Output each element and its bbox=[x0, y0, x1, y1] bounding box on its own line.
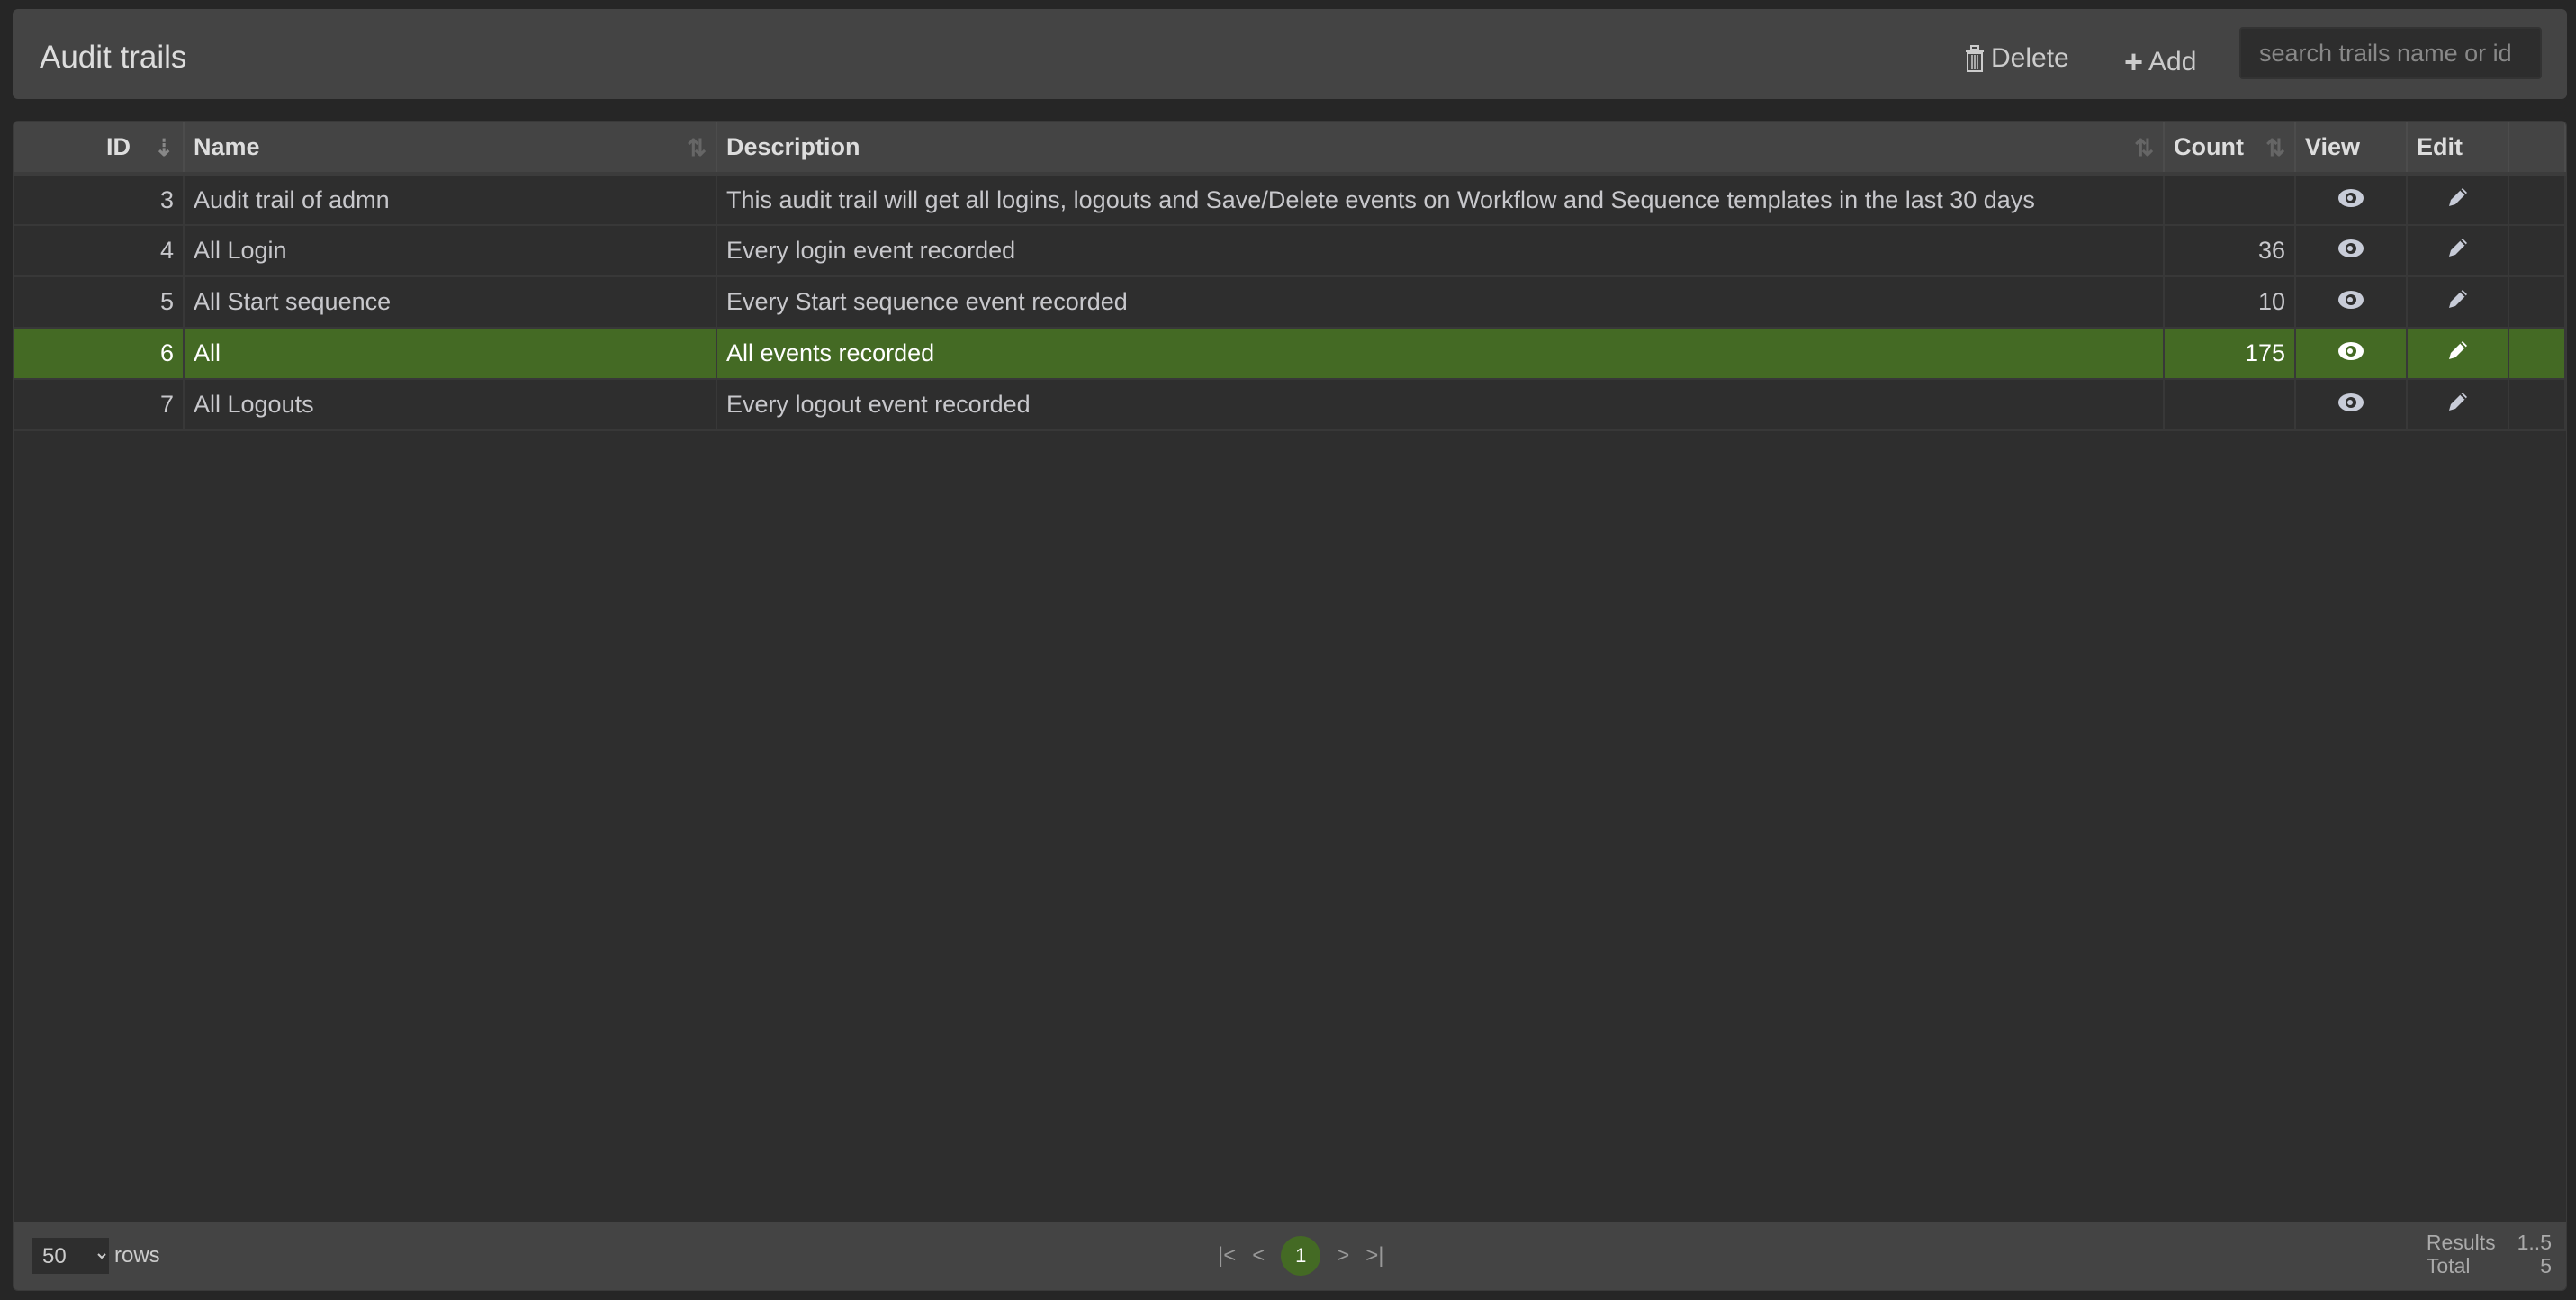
pencil-icon bbox=[2445, 187, 2471, 215]
row-blank bbox=[2508, 276, 2566, 329]
next-page-button[interactable]: > bbox=[1337, 1243, 1349, 1268]
column-header-view: View bbox=[2295, 122, 2408, 176]
row-blank bbox=[2508, 328, 2566, 380]
delete-button[interactable]: Delete bbox=[1964, 43, 2069, 74]
eye-icon bbox=[2337, 237, 2364, 264]
name-header-label: Name bbox=[194, 132, 260, 160]
sort-desc-icon: ⇣ bbox=[154, 134, 174, 161]
row-blank bbox=[2508, 379, 2566, 431]
edit-button[interactable] bbox=[2407, 174, 2509, 226]
row-description: Every login event recorded bbox=[716, 225, 2165, 277]
edit-button[interactable] bbox=[2407, 328, 2509, 380]
row-description: Every logout event recorded bbox=[716, 379, 2165, 431]
table-footer: 50 rows |< < 1 > >| Results 1..5 Total 5 bbox=[14, 1222, 2566, 1290]
page-1-button[interactable]: 1 bbox=[1281, 1236, 1321, 1276]
table-row[interactable]: 4 All Login Every login event recorded 3… bbox=[14, 225, 2566, 277]
row-description: Every Start sequence event recorded bbox=[716, 276, 2165, 329]
pagination: |< < 1 > >| bbox=[1218, 1236, 1384, 1276]
view-button[interactable] bbox=[2295, 225, 2408, 277]
row-name: All Start sequence bbox=[184, 276, 717, 329]
row-id: 3 bbox=[14, 174, 185, 226]
column-header-description[interactable]: Description ⇅ bbox=[716, 122, 2165, 176]
eye-icon bbox=[2337, 288, 2364, 315]
page-title: Audit trails bbox=[40, 40, 187, 75]
view-button[interactable] bbox=[2295, 276, 2408, 329]
view-button[interactable] bbox=[2295, 328, 2408, 380]
prev-page-button[interactable]: < bbox=[1252, 1243, 1265, 1268]
table-row[interactable]: 6 All All events recorded 175 bbox=[14, 328, 2566, 380]
count-header-label: Count bbox=[2174, 132, 2244, 160]
edit-button[interactable] bbox=[2407, 225, 2509, 277]
view-button[interactable] bbox=[2295, 174, 2408, 226]
column-header-id[interactable]: ID ⇣ bbox=[14, 122, 185, 176]
row-name: All Login bbox=[184, 225, 717, 277]
sort-icon: ⇅ bbox=[2134, 134, 2154, 161]
row-description: This audit trail will get all logins, lo… bbox=[716, 174, 2165, 226]
row-id: 5 bbox=[14, 276, 185, 329]
row-count bbox=[2164, 379, 2296, 431]
pencil-icon bbox=[2445, 393, 2471, 420]
delete-label: Delete bbox=[1991, 43, 2069, 73]
eye-icon bbox=[2337, 339, 2364, 366]
edit-button[interactable] bbox=[2407, 379, 2509, 431]
sort-icon: ⇅ bbox=[2265, 134, 2285, 161]
column-header-name[interactable]: Name ⇅ bbox=[184, 122, 717, 176]
table-row[interactable]: 5 All Start sequence Every Start sequenc… bbox=[14, 276, 2566, 329]
column-header-edit: Edit bbox=[2407, 122, 2509, 176]
first-page-button[interactable]: |< bbox=[1218, 1243, 1236, 1268]
add-button[interactable]: + Add bbox=[2124, 43, 2196, 81]
rows-label: rows bbox=[114, 1243, 160, 1268]
row-count: 10 bbox=[2164, 276, 2296, 329]
table-row[interactable]: 3 Audit trail of admn This audit trail w… bbox=[14, 174, 2566, 226]
row-name: Audit trail of admn bbox=[184, 174, 717, 226]
description-header-label: Description bbox=[726, 132, 860, 160]
column-header-blank bbox=[2508, 122, 2566, 176]
total-label: Total bbox=[2426, 1254, 2471, 1277]
row-description: All events recorded bbox=[716, 328, 2165, 380]
row-count bbox=[2164, 174, 2296, 226]
results-value: 1..5 bbox=[2517, 1231, 2552, 1254]
results-summary: Results 1..5 Total 5 bbox=[2427, 1231, 2552, 1277]
row-id: 7 bbox=[14, 379, 185, 431]
table-row[interactable]: 7 All Logouts Every logout event recorde… bbox=[14, 379, 2566, 431]
row-count: 175 bbox=[2164, 328, 2296, 380]
row-count: 36 bbox=[2164, 225, 2296, 277]
row-name: All bbox=[184, 328, 717, 380]
pencil-icon bbox=[2445, 341, 2471, 368]
eye-icon bbox=[2337, 391, 2364, 418]
results-label: Results bbox=[2426, 1231, 2496, 1254]
eye-icon bbox=[2337, 186, 2364, 213]
pencil-icon bbox=[2445, 239, 2471, 266]
row-id: 4 bbox=[14, 225, 185, 277]
add-label: Add bbox=[2148, 47, 2197, 77]
row-blank bbox=[2508, 174, 2566, 226]
edit-button[interactable] bbox=[2407, 276, 2509, 329]
trash-icon bbox=[1966, 45, 1984, 72]
audit-trails-table: ID ⇣ Name ⇅ Description ⇅ Count ⇅ View Edit … bbox=[13, 121, 2567, 1291]
last-page-button[interactable]: >| bbox=[1365, 1243, 1383, 1268]
id-header-label: ID bbox=[106, 132, 131, 160]
pencil-icon bbox=[2445, 290, 2471, 317]
row-blank bbox=[2508, 225, 2566, 277]
total-value: 5 bbox=[2540, 1254, 2552, 1277]
view-button[interactable] bbox=[2295, 379, 2408, 431]
column-header-count[interactable]: Count ⇅ bbox=[2164, 122, 2296, 176]
toolbar: Audit trails Delete + Add bbox=[13, 9, 2567, 99]
sort-icon: ⇅ bbox=[687, 134, 707, 161]
row-id: 6 bbox=[14, 328, 185, 380]
row-name: All Logouts bbox=[184, 379, 717, 431]
rows-per-page-select[interactable]: 50 bbox=[32, 1238, 109, 1274]
plus-icon: + bbox=[2124, 43, 2144, 80]
search-input[interactable] bbox=[2239, 27, 2542, 79]
